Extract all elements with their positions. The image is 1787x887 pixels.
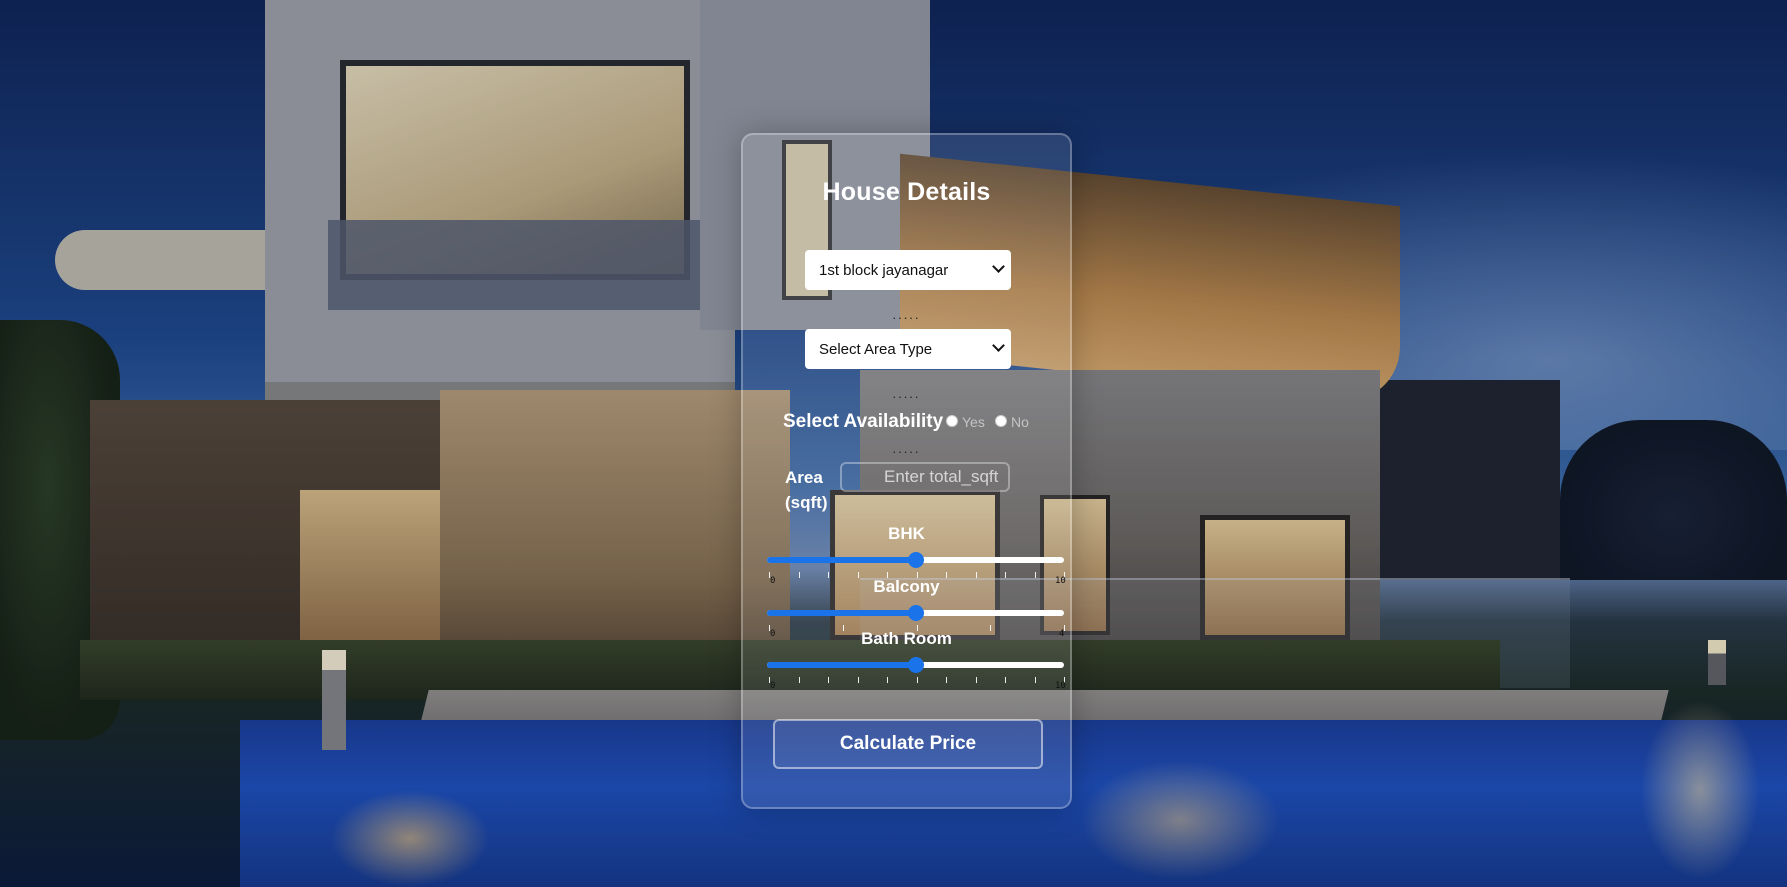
availability-no-radio[interactable] [995,415,1007,427]
slider-tick [798,677,800,683]
bathroom-slider[interactable] [767,656,1064,678]
bathroom-ticks [767,677,1065,689]
slider-tick [887,677,888,683]
slider-tick [916,677,918,683]
availability-yes-radio[interactable] [946,415,958,427]
availability-no-label: No [1011,414,1029,430]
slider-fill [767,662,916,668]
calculate-price-button[interactable]: Calculate Price [773,719,1043,769]
divider-dots: ..... [892,441,921,456]
slider-tick [975,677,977,683]
location-select-value: 1st block jayanagar [819,261,949,279]
bathroom-min-label: 0 [770,681,776,691]
bathroom-label: Bath Room [861,629,952,648]
slider-tick [946,677,947,683]
location-select[interactable]: 1st block jayanagar [805,250,1011,290]
slider-thumb[interactable] [907,552,924,568]
availability-yes-label: Yes [962,414,985,430]
slider-tick [828,677,829,683]
slider-thumb[interactable] [907,605,924,621]
balcony-label: Balcony [873,577,940,596]
house-details-card: House Details 1st block jayanagar ..... … [741,133,1072,809]
total-sqft-input[interactable]: Enter total_sqft [840,462,1010,492]
balcony-slider[interactable] [767,604,1064,626]
slider-fill [767,557,916,563]
chevron-down-icon [992,260,1005,273]
slider-thumb[interactable] [907,657,924,673]
area-label: Area (sqft) [785,465,831,515]
total-sqft-placeholder: Enter total_sqft [884,467,999,486]
slider-tick [1005,677,1006,683]
slider-tick [1034,677,1036,683]
slider-fill [767,610,916,616]
bhk-label: BHK [888,524,925,543]
form-title: House Details [822,178,991,206]
area-type-select[interactable]: Select Area Type [805,329,1011,369]
availability-label: Select Availability [783,411,944,432]
slider-tick [857,677,859,683]
divider-dots: ..... [892,386,921,401]
area-label-text: Area (sqft) [785,468,828,512]
divider-dots: ..... [892,307,921,322]
bathroom-max-label: 10 [1055,681,1066,691]
chevron-down-icon [992,339,1005,352]
bhk-slider[interactable] [767,551,1064,573]
area-type-select-value: Select Area Type [819,340,933,358]
